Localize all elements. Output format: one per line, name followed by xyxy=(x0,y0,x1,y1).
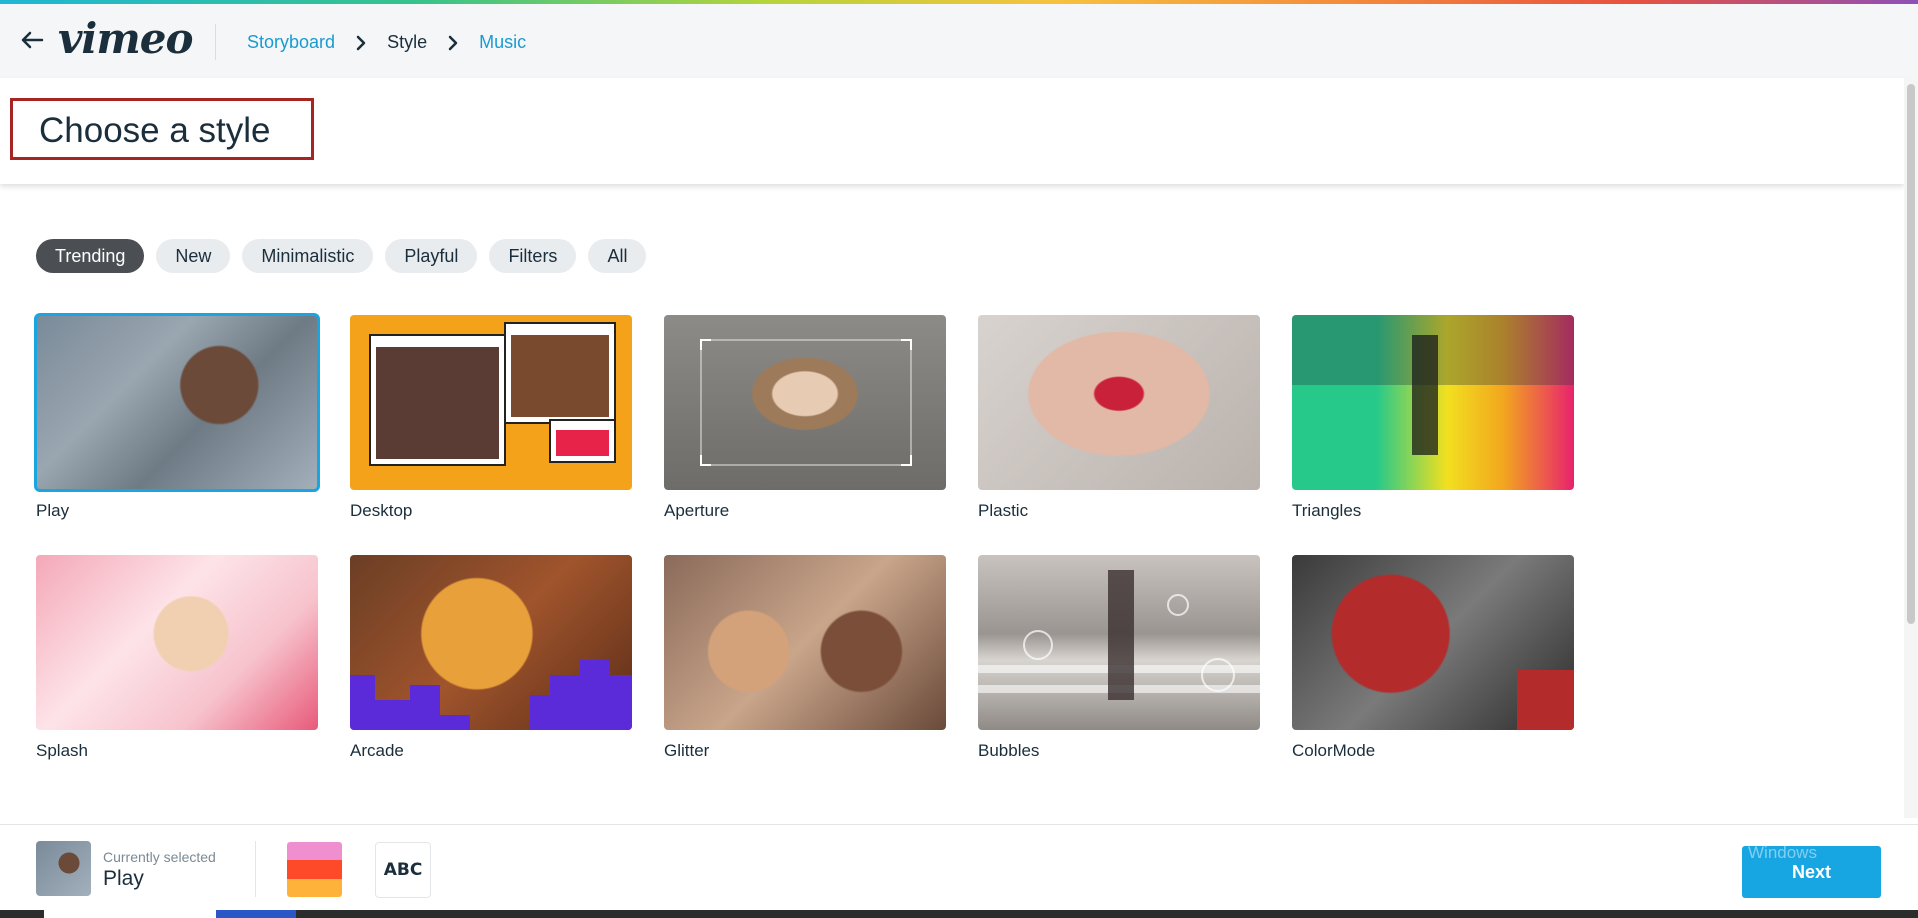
taskbar-item[interactable] xyxy=(44,910,216,918)
style-thumbnail xyxy=(664,555,946,730)
style-label: Plastic xyxy=(978,501,1029,520)
style-thumbnail xyxy=(350,315,632,490)
style-label: Aperture xyxy=(664,501,730,520)
selected-style-thumbnail xyxy=(36,841,91,896)
style-card-arcade[interactable]: Arcade xyxy=(350,555,632,763)
style-card-desktop[interactable]: Desktop xyxy=(350,315,632,523)
color-palette-swatch[interactable] xyxy=(287,842,342,897)
desktop-windows-graphic xyxy=(369,322,616,466)
style-thumbnail xyxy=(36,555,318,730)
top-bar: vimeo Storyboard Style Music xyxy=(0,4,1918,78)
style-thumbnail xyxy=(34,313,320,492)
style-label: Bubbles xyxy=(978,741,1040,760)
style-label: ColorMode xyxy=(1292,741,1376,760)
selection-footer: Currently selected Play ABC Next Windows xyxy=(0,824,1918,910)
scrollbar-thumb[interactable] xyxy=(1907,84,1915,624)
windows-watermark: Windows xyxy=(1748,843,1817,862)
style-card-play[interactable]: Play xyxy=(34,313,320,523)
style-card-glitter[interactable]: Glitter xyxy=(664,555,946,763)
style-thumbnail xyxy=(664,315,946,490)
style-card-triangles[interactable]: Triangles xyxy=(1292,315,1574,523)
style-thumbnail xyxy=(1292,315,1574,490)
page-title: Choose a style xyxy=(39,111,271,150)
currently-selected-value: Play xyxy=(103,867,144,890)
vimeo-logo[interactable]: vimeo xyxy=(58,13,194,63)
back-arrow-icon[interactable] xyxy=(18,26,46,54)
chevron-right-icon xyxy=(448,35,458,50)
style-card-bubbles[interactable]: Bubbles xyxy=(978,555,1260,763)
divider xyxy=(255,841,256,897)
palette-color-3 xyxy=(287,878,342,897)
bubbles-graphic xyxy=(978,570,1260,700)
style-card-splash[interactable]: Splash xyxy=(36,555,318,763)
style-card-colormode[interactable]: ColorMode xyxy=(1292,555,1574,763)
filter-filters[interactable]: Filters xyxy=(489,239,577,273)
breadcrumb-music[interactable]: Music xyxy=(479,32,526,53)
style-label: Triangles xyxy=(1292,501,1362,520)
style-label: Arcade xyxy=(350,741,404,760)
style-label: Splash xyxy=(36,741,88,760)
palette-color-2 xyxy=(287,860,342,879)
aperture-frame-graphic xyxy=(700,339,912,466)
crosswalk-graphic xyxy=(1292,315,1574,455)
os-taskbar xyxy=(0,910,1918,918)
style-label: Desktop xyxy=(350,501,413,520)
title-highlight-box: Choose a style xyxy=(10,98,314,160)
arcade-blocks-graphic xyxy=(350,660,632,730)
style-card-plastic[interactable]: Plastic xyxy=(978,315,1260,523)
chevron-right-icon xyxy=(356,35,366,50)
filter-minimalistic[interactable]: Minimalistic xyxy=(242,239,374,273)
breadcrumb: Storyboard Style Music xyxy=(247,32,526,53)
style-thumbnail xyxy=(350,555,632,730)
style-thumbnail xyxy=(978,315,1260,490)
page-header: Choose a style xyxy=(0,78,1904,184)
palette-color-1 xyxy=(287,842,342,861)
breadcrumb-style: Style xyxy=(387,32,428,52)
logo-text: vimeo xyxy=(58,13,194,63)
breadcrumb-storyboard[interactable]: Storyboard xyxy=(247,32,335,53)
filter-chips: Trending New Minimalistic Playful Filter… xyxy=(36,239,647,273)
style-grid: Play Desktop Aperture Plastic Triangles … xyxy=(34,313,1574,763)
filter-playful[interactable]: Playful xyxy=(385,239,478,273)
colormode-graphic xyxy=(1517,670,1574,730)
currently-selected-label: Currently selected xyxy=(103,849,216,865)
filter-new[interactable]: New xyxy=(156,239,231,273)
style-label: Glitter xyxy=(664,741,710,760)
style-thumbnail xyxy=(1292,555,1574,730)
taskbar-item[interactable] xyxy=(216,910,296,918)
filter-all[interactable]: All xyxy=(588,239,647,273)
filter-trending[interactable]: Trending xyxy=(36,239,145,273)
style-thumbnail xyxy=(978,555,1260,730)
divider xyxy=(215,24,216,60)
font-sample-tile[interactable]: ABC xyxy=(375,842,431,898)
style-card-aperture[interactable]: Aperture xyxy=(664,315,946,523)
style-label: Play xyxy=(36,501,70,520)
